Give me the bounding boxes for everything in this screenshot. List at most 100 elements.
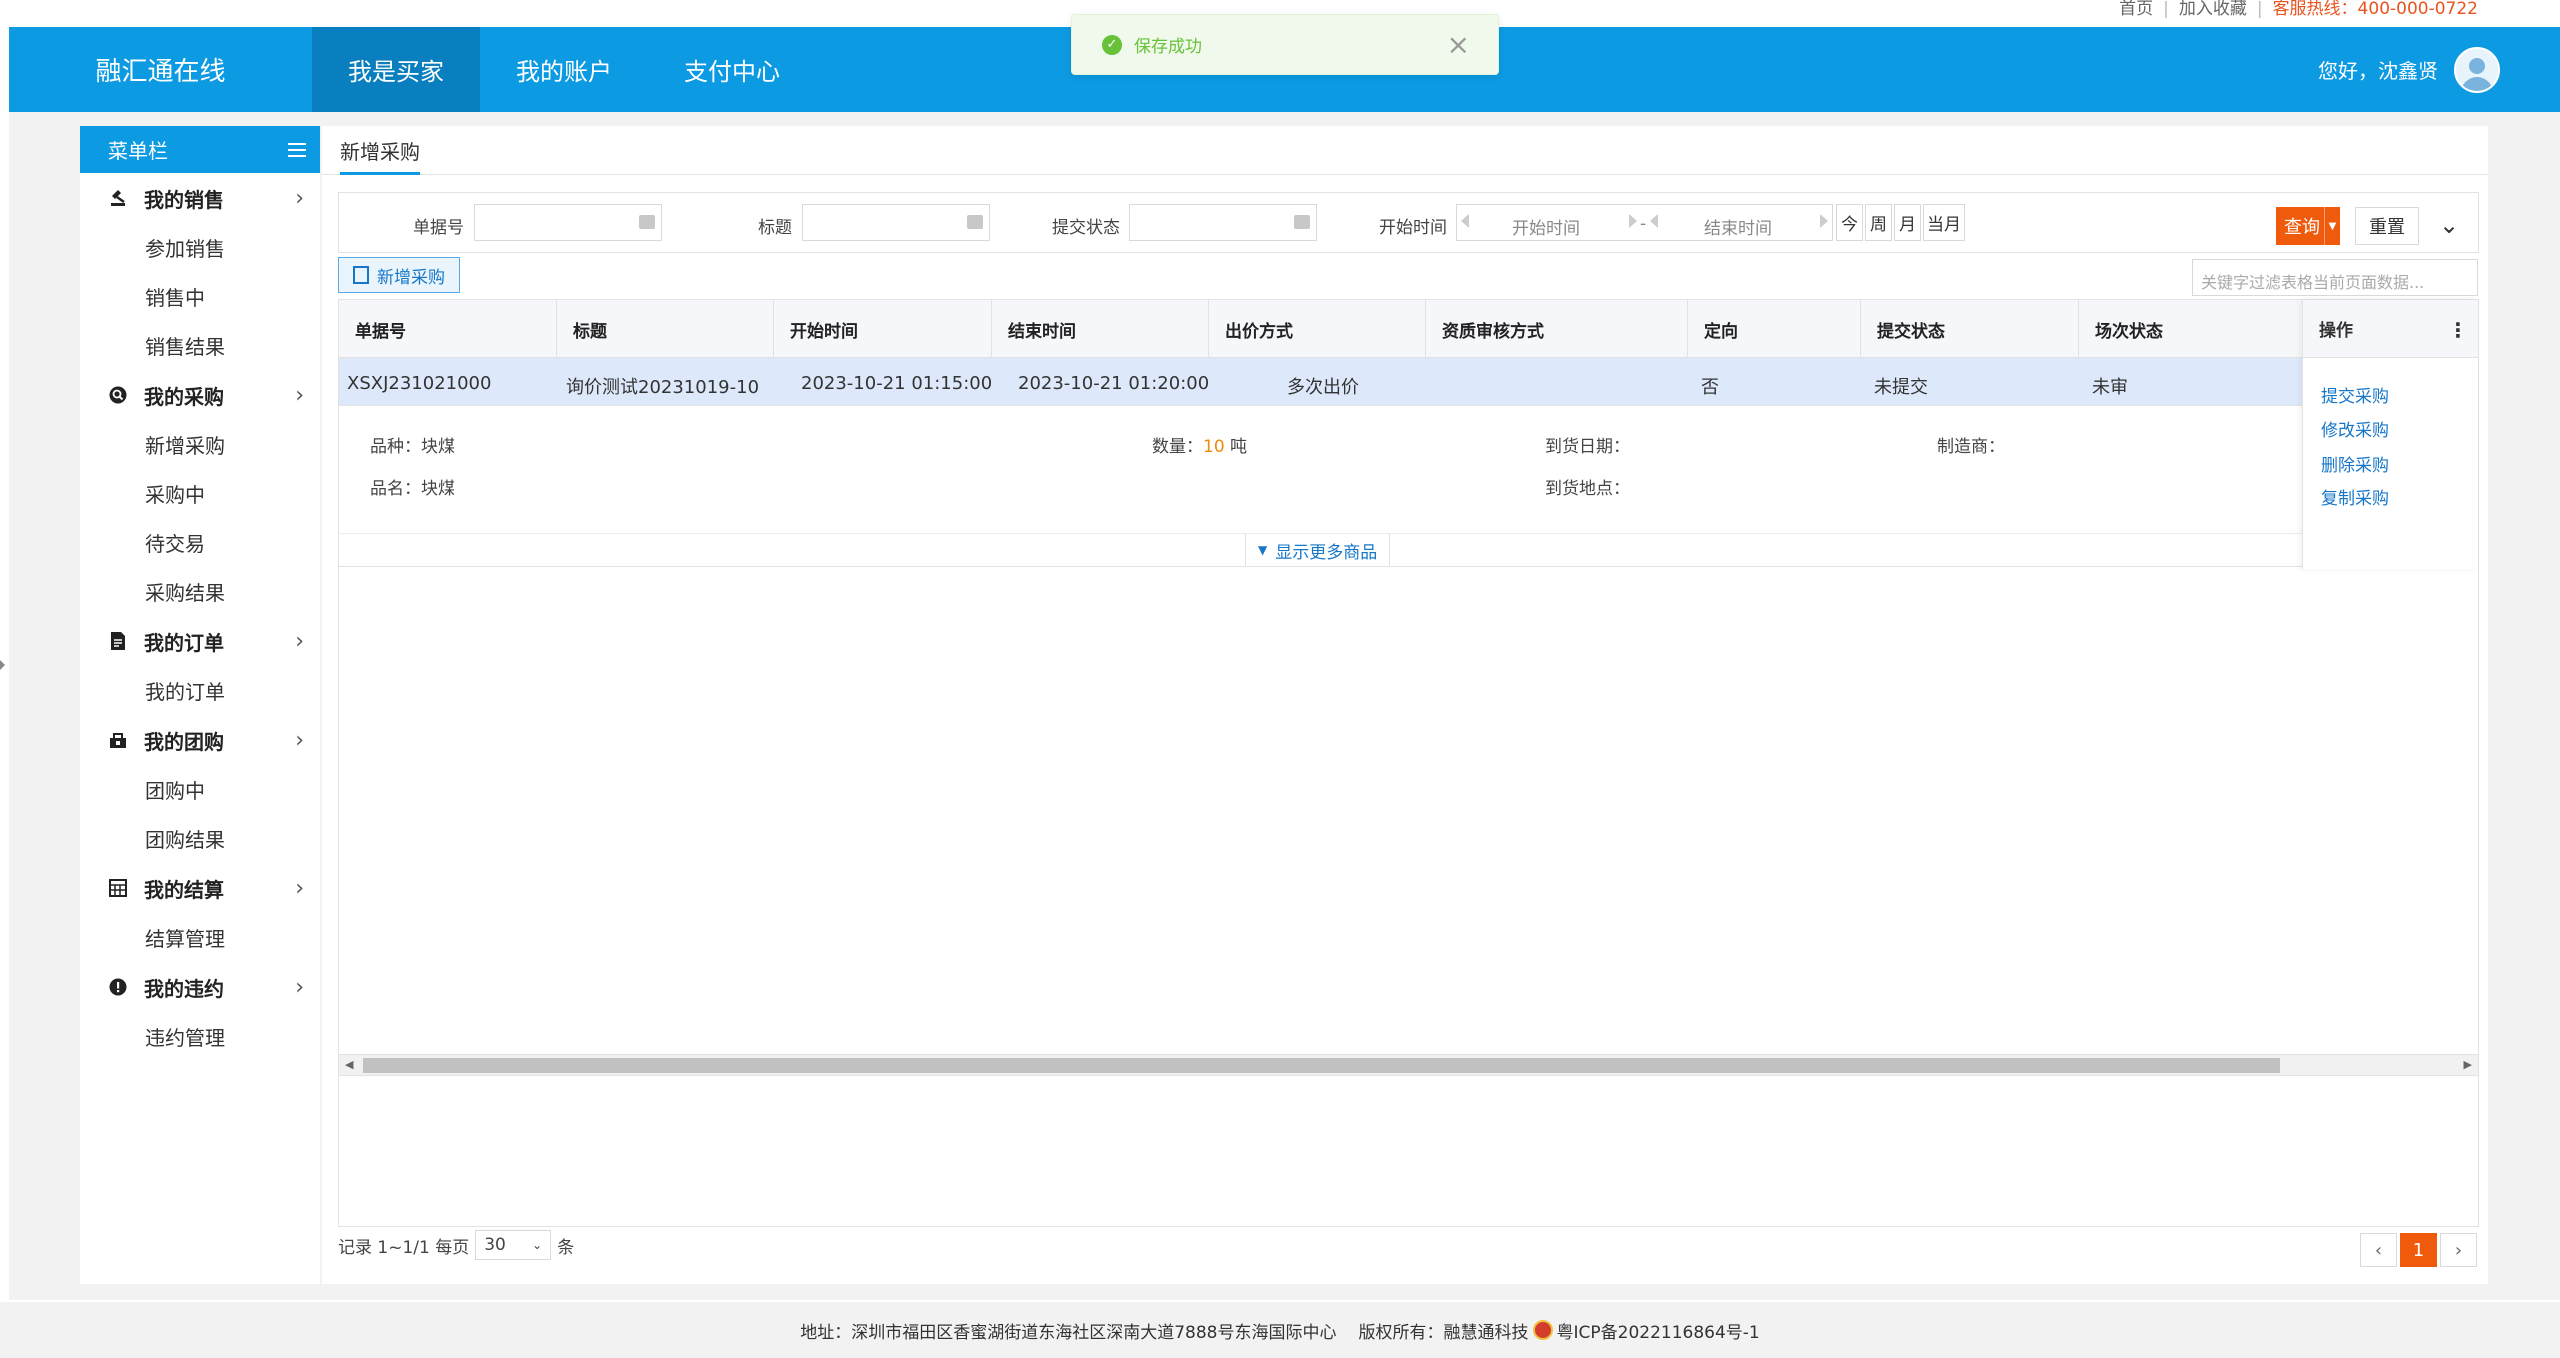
- quick-week-button[interactable]: 周: [1865, 204, 1892, 241]
- table-row[interactable]: XSXJ231021000 询价测试20231019-10 2023-10-21…: [339, 358, 2302, 406]
- toast-message: 保存成功: [1134, 37, 1202, 57]
- caret-down-icon[interactable]: ▼: [2324, 207, 2340, 245]
- copy-purchase-link[interactable]: 复制采购: [2321, 484, 2389, 509]
- cell-directed: 否: [1701, 377, 1719, 398]
- sidebar-group-orders[interactable]: 我的订单 ›: [80, 616, 320, 666]
- sidebar-item-pending-trade[interactable]: 待交易: [80, 518, 320, 567]
- footer-icp[interactable]: 粤ICP备2022116864号-1: [1557, 1318, 1760, 1343]
- close-icon[interactable]: ×: [1447, 31, 1470, 59]
- sidebar-group-label: 我的销售: [144, 187, 224, 212]
- cell-start-time: 2023-10-21 01:15:00: [801, 373, 993, 394]
- status-label: 提交状态: [1052, 218, 1120, 238]
- sidebar-item-new-purchase[interactable]: 新增采购: [80, 420, 320, 469]
- next-page-button[interactable]: ›: [2440, 1233, 2477, 1267]
- avatar[interactable]: [2454, 46, 2500, 93]
- chevron-right-icon: ›: [295, 382, 304, 408]
- page-1-button[interactable]: 1: [2400, 1233, 2437, 1267]
- sidebar-group-settlement[interactable]: 我的结算 ›: [80, 863, 320, 913]
- cell-submit-status: 未提交: [1874, 377, 1928, 398]
- data-table: 单据号 标题 开始时间 结束时间 出价方式 资质审核方式 定向 提交状态 场次状…: [338, 299, 2479, 1227]
- records-unit: 条: [557, 1237, 575, 1258]
- sidebar-item-groupbuy-result[interactable]: 团购结果: [80, 814, 320, 863]
- nav-buyer[interactable]: 我是买家: [312, 27, 480, 112]
- sidebar-item-default-manage[interactable]: 违约管理: [80, 1012, 320, 1061]
- sidebar-item-settlement-manage[interactable]: 结算管理: [80, 913, 320, 962]
- col-session-status[interactable]: 场次状态: [2079, 300, 2302, 358]
- home-link[interactable]: 首页: [2119, 0, 2153, 18]
- quick-month-button[interactable]: 月: [1894, 204, 1921, 241]
- order-no-input[interactable]: [474, 204, 662, 241]
- col-bid-mode[interactable]: 出价方式: [1209, 300, 1426, 358]
- row-detail: 品种：块煤 品名：块煤 数量：10 吨 到货日期： 到货地点： 制造商：: [339, 406, 2302, 534]
- scroll-left-icon[interactable]: ◀: [345, 1058, 353, 1071]
- search-button[interactable]: 查询 ▼: [2276, 207, 2340, 245]
- show-more-label: 显示更多商品: [1275, 542, 1378, 563]
- next-arrow-icon[interactable]: [1820, 214, 1828, 228]
- end-date-field[interactable]: 结束时间: [1704, 214, 1772, 239]
- sidebar-group-default[interactable]: 我的违约 ›: [80, 962, 320, 1012]
- sidebar-group-purchase[interactable]: 我的采购 ›: [80, 370, 320, 420]
- sidebar-item-groupbuy-ongoing[interactable]: 团购中: [80, 765, 320, 814]
- col-title[interactable]: 标题: [557, 300, 774, 358]
- records-text: 记录 1~1/1 每页: [338, 1237, 470, 1258]
- detail-quantity: 数量：10 吨: [1152, 437, 1248, 457]
- greeting-text[interactable]: 您好，沈鑫贤: [2318, 55, 2438, 84]
- col-end-time[interactable]: 结束时间: [992, 300, 1209, 358]
- quick-today-button[interactable]: 今: [1836, 204, 1863, 241]
- show-more-button[interactable]: ▼ 显示更多商品: [1245, 534, 1391, 567]
- double-chevron-down-icon[interactable]: ⌄: [2439, 211, 2459, 239]
- add-purchase-button[interactable]: 新增采购: [338, 257, 460, 293]
- eraser-icon[interactable]: [1294, 215, 1310, 229]
- sidebar-item-selling[interactable]: 销售中: [80, 272, 320, 321]
- start-date-field[interactable]: 开始时间: [1512, 214, 1580, 239]
- edit-purchase-link[interactable]: 修改采购: [2321, 416, 2389, 441]
- col-order-no[interactable]: 单据号: [339, 300, 557, 358]
- nav-account[interactable]: 我的账户: [480, 27, 648, 112]
- horizontal-scrollbar[interactable]: ◀ ▶: [338, 1054, 2479, 1076]
- eraser-icon[interactable]: [967, 215, 983, 229]
- brand-logo[interactable]: 融汇通在线: [9, 51, 312, 88]
- nav-payment[interactable]: 支付中心: [648, 27, 816, 112]
- quick-current-month-button[interactable]: 当月: [1923, 204, 1965, 241]
- favorite-link[interactable]: 加入收藏: [2179, 0, 2247, 18]
- eraser-icon[interactable]: [639, 215, 655, 229]
- col-start-time[interactable]: 开始时间: [774, 300, 992, 358]
- keyword-filter-input[interactable]: 关键字过滤表格当前页面数据...: [2192, 259, 2478, 296]
- more-vertical-icon[interactable]: ⋮: [2448, 318, 2468, 342]
- sidebar-item-sales-result[interactable]: 销售结果: [80, 321, 320, 370]
- tab-new-purchase[interactable]: 新增采购: [340, 136, 420, 175]
- chevron-right-icon: ›: [295, 974, 304, 1000]
- col-submit-status[interactable]: 提交状态: [1861, 300, 2079, 358]
- col-directed[interactable]: 定向: [1688, 300, 1861, 358]
- hotline-text: 客服热线：400-000-0722: [2272, 0, 2478, 19]
- sidebar-group-sales[interactable]: 我的销售 ›: [80, 173, 320, 223]
- table-header: 单据号 标题 开始时间 结束时间 出价方式 资质审核方式 定向 提交状态 场次状…: [339, 300, 2302, 358]
- range-separator: -: [1640, 214, 1647, 234]
- sidebar-item-join-sales[interactable]: 参加销售: [80, 223, 320, 272]
- next-arrow-icon[interactable]: [1629, 214, 1637, 228]
- scrollbar-thumb[interactable]: [363, 1058, 2280, 1073]
- scroll-right-icon[interactable]: ▶: [2464, 1058, 2472, 1071]
- sidebar-group-groupbuy[interactable]: 我的团购 ›: [80, 715, 320, 765]
- footer: 地址：深圳市福田区香蜜湖街道东海社区深南大道7888号东海国际中心 版权所有：融…: [0, 1302, 2560, 1358]
- collapse-handle-icon[interactable]: [0, 660, 5, 670]
- prev-page-button[interactable]: ‹: [2360, 1233, 2397, 1267]
- col-review-mode[interactable]: 资质审核方式: [1426, 300, 1688, 358]
- delete-purchase-link[interactable]: 删除采购: [2321, 451, 2389, 476]
- status-select[interactable]: [1129, 204, 1317, 241]
- sidebar-item-my-orders[interactable]: 我的订单: [80, 666, 320, 715]
- filter-bar: 单据号 标题 提交状态 开始时间 开始时间 - 结束时间 今 周 月 当月 查询…: [338, 192, 2479, 253]
- footer-address: 地址：深圳市福田区香蜜湖街道东海社区深南大道7888号东海国际中心: [800, 1322, 1337, 1343]
- sidebar-item-purchase-result[interactable]: 采购结果: [80, 567, 320, 616]
- menu-icon[interactable]: [288, 142, 306, 157]
- reset-button[interactable]: 重置: [2355, 207, 2419, 245]
- sidebar-title: 菜单栏: [108, 139, 168, 163]
- page-size-select[interactable]: 30 ⌄: [475, 1230, 552, 1260]
- prev-arrow-icon[interactable]: [1650, 214, 1658, 228]
- submit-purchase-link[interactable]: 提交采购: [2321, 382, 2389, 407]
- prev-arrow-icon[interactable]: [1461, 214, 1469, 228]
- date-range-picker[interactable]: 开始时间 - 结束时间: [1456, 204, 1833, 241]
- sidebar-item-purchasing[interactable]: 采购中: [80, 469, 320, 518]
- alert-icon: [108, 977, 128, 997]
- title-input[interactable]: [802, 204, 990, 241]
